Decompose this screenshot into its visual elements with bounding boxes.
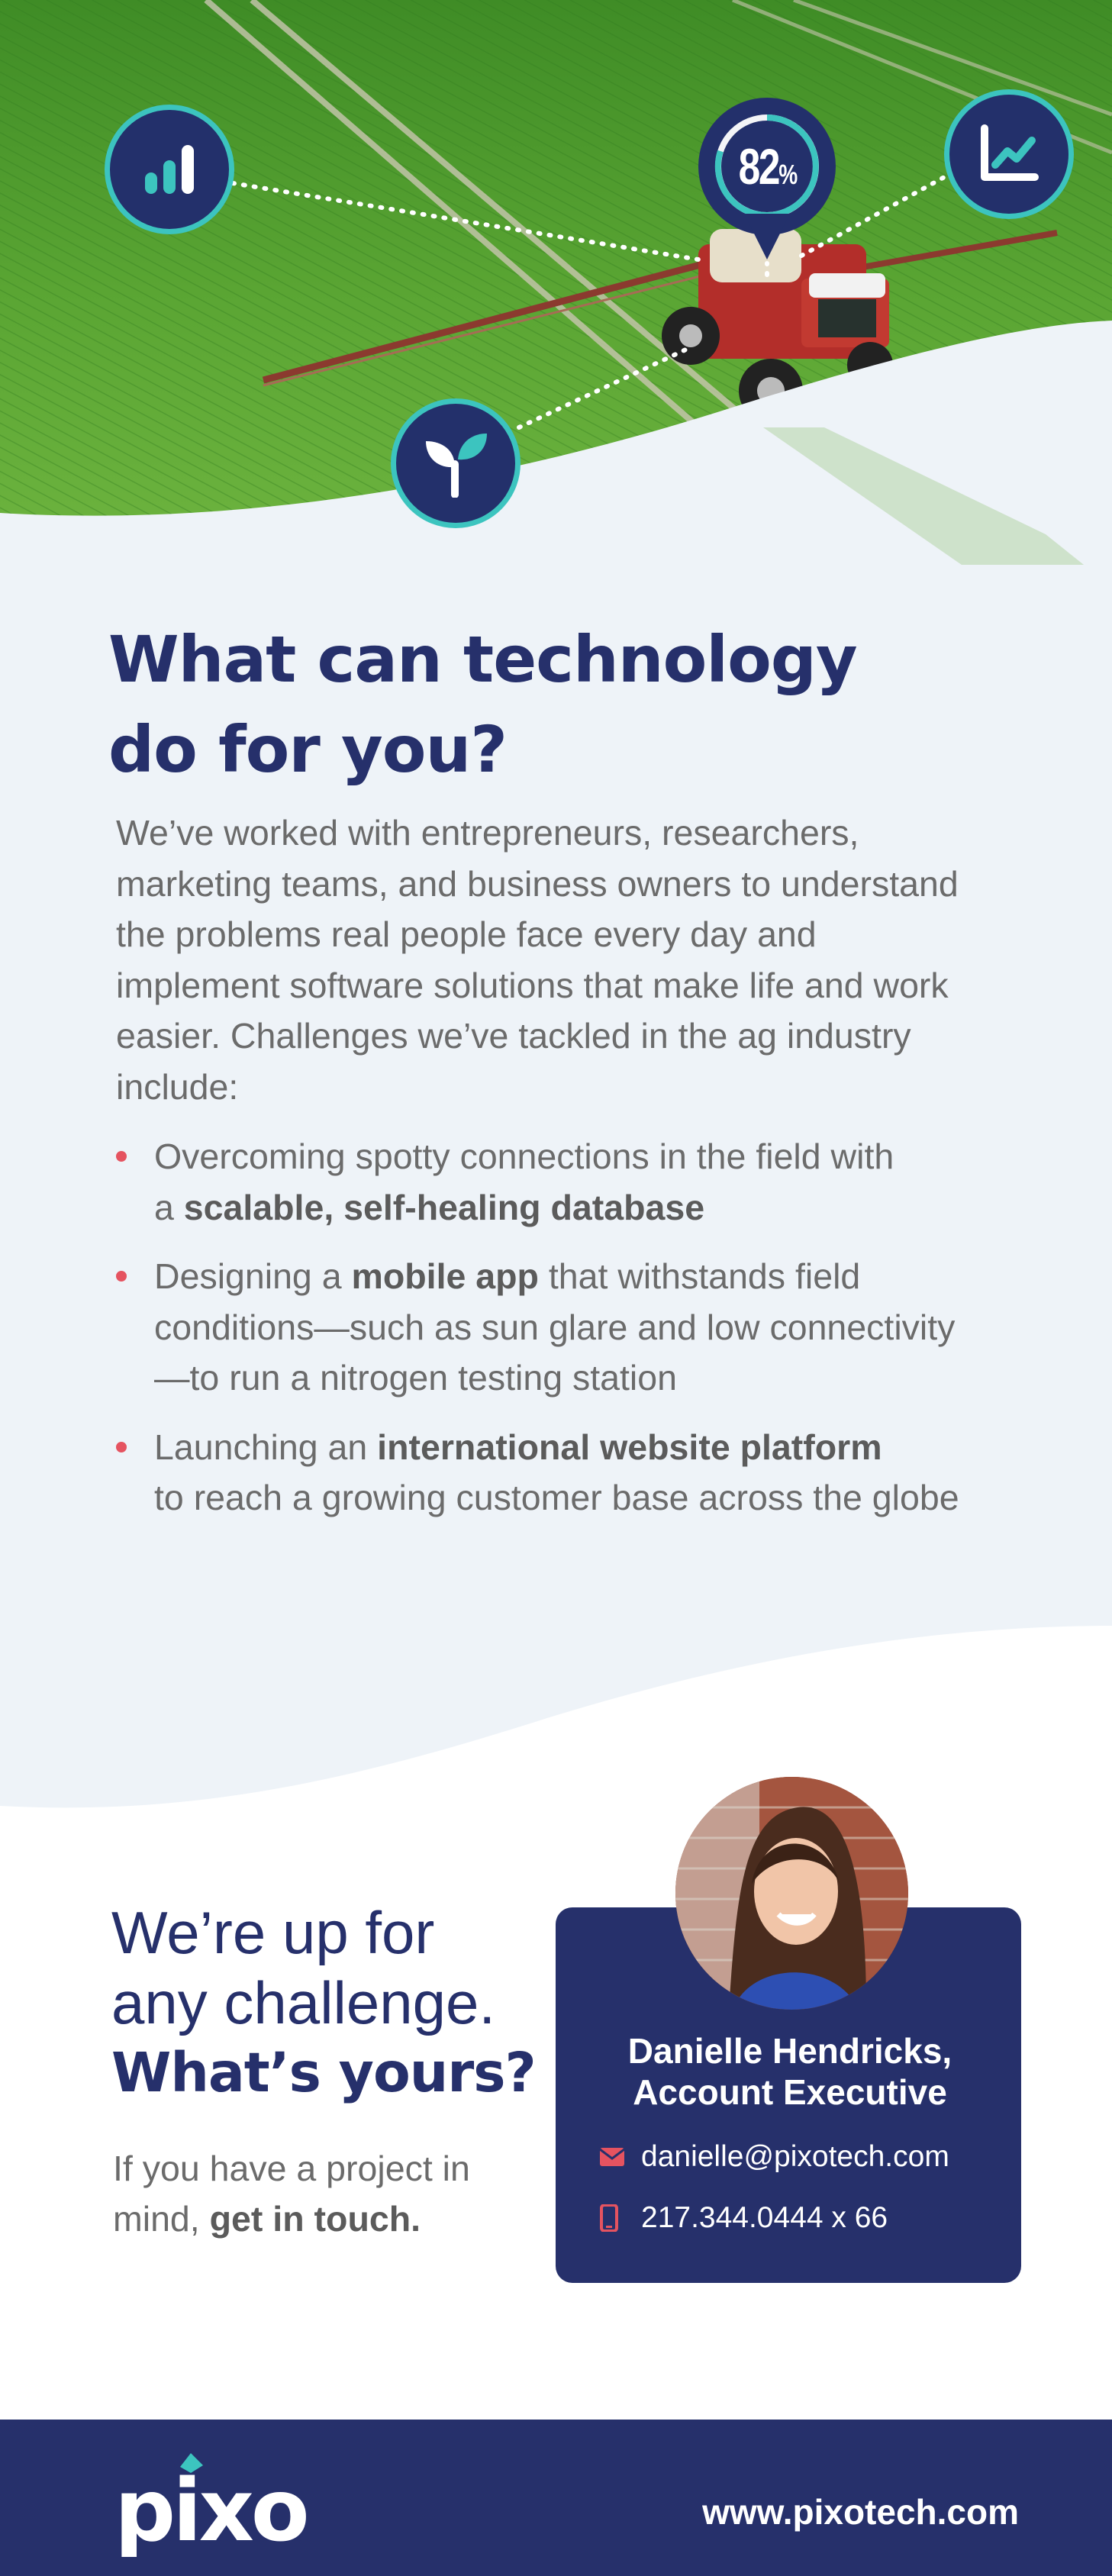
cta-text: mind, [113,2199,210,2239]
contact-email-link[interactable]: danielle@pixotech.com [641,2140,949,2174]
page-title: What can technology do for you? [108,614,986,795]
challenge-heading: We’re up for any challenge. What’s yours… [111,1897,539,2108]
bullet-text: that withstands field [538,1256,861,1296]
bullet-dot-icon [116,1271,127,1282]
contact-email-row[interactable]: danielle@pixotech.com [600,2140,949,2174]
bullet-text: Launching an [154,1427,378,1467]
field-illustration [0,0,1112,580]
bullet-dot-icon [116,1151,127,1162]
bullet-text: Designing a [154,1256,352,1296]
intro-line: easier. Challenges we’ve tackled in the … [116,1016,911,1056]
bullet-emphasis: scalable, self-healing database [183,1187,705,1227]
bullet-emphasis: international website platform [377,1427,882,1467]
bullet-text: to reach a growing customer base across … [154,1478,959,1517]
avatar [675,1777,908,2010]
page-title-line-1: What can technology [108,622,858,697]
pixo-logo-mark: pixo [114,2453,310,2561]
page-title-line-2: do for you? [108,712,508,787]
logo-text: pixo [114,2462,307,2557]
website-url-link[interactable]: www.pixotech.com [687,2491,1019,2532]
challenge-line-3: What’s yours? [111,2041,537,2104]
intro-line: include: [116,1066,239,1107]
contact-title-line: Account Executive [633,2072,947,2112]
bullet-text: a [154,1187,184,1227]
pixo-logo[interactable]: pixo [114,2442,313,2561]
challenge-list: Overcoming spotty connections in the fie… [116,1131,1017,1542]
intro-line: marketing teams, and business owners to … [116,863,959,904]
challenge-line-1: We’re up for [111,1899,435,1966]
contact-name-line: Danielle Hendricks, [627,2031,952,2071]
bar-chart-icon [105,105,234,234]
pin-pointer [744,214,790,260]
bullet-dot-icon [116,1441,127,1452]
intro-line: We’ve worked with entrepreneurs, researc… [116,813,859,853]
hero-banner: 82% [0,0,1112,580]
bullet-text: —to run a nitrogen testing station [154,1358,677,1398]
contact-name: Danielle Hendricks, Account Executive [565,2030,1015,2113]
sprout-icon [391,398,521,528]
bullet-text: conditions—such as sun glare and low con… [154,1307,956,1347]
call-to-action: If you have a project in mind, get in to… [113,2143,540,2244]
list-item: Overcoming spotty connections in the fie… [116,1131,1017,1233]
phone-icon [600,2204,626,2232]
intro-line: implement software solutions that make l… [116,965,949,1005]
contact-phone-row[interactable]: 217.344.0444 x 66 [600,2201,888,2235]
list-item: Designing a mobile app that withstands f… [116,1251,1017,1404]
intro-line: the problems real people face every day … [116,914,817,954]
challenge-line-2: any challenge. [111,1969,496,2036]
bullet-emphasis: mobile app [351,1256,539,1296]
mail-icon [600,2148,626,2166]
percentage-stat-badge: 82% [698,98,836,275]
intro-paragraph: We’ve worked with entrepreneurs, researc… [116,808,1001,1112]
contact-phone-link[interactable]: 217.344.0444 x 66 [641,2201,888,2235]
cta-text: If you have a project in [113,2149,470,2188]
list-item: Launching an international website platf… [116,1422,1017,1523]
percentage-value: 82% [738,138,798,195]
get-in-touch-link[interactable]: get in touch. [210,2199,421,2239]
bullet-text: Overcoming spotty connections in the fie… [154,1136,894,1176]
line-chart-icon [944,89,1074,219]
